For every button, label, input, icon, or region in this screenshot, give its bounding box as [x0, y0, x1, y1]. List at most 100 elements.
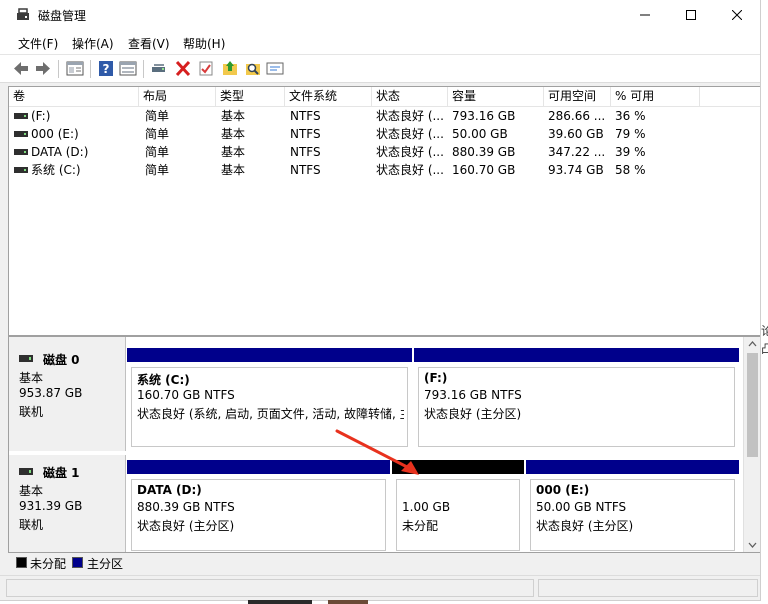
- volume-filesystem: NTFS: [290, 145, 321, 159]
- volume-name: (F:): [31, 109, 51, 123]
- partition-size: 50.00 GB NTFS: [536, 500, 627, 514]
- help-icon[interactable]: ?: [97, 60, 115, 77]
- table-row[interactable]: 系统 (C:) 简单 基本 NTFS 状态良好 (... 160.70 GB 9…: [9, 161, 760, 179]
- disk-icon: [19, 355, 33, 362]
- primary-partition-bar: [414, 348, 739, 362]
- console-icon[interactable]: [119, 60, 137, 77]
- legend-primary-label: 主分区: [87, 557, 124, 571]
- toolbar-separator: [143, 60, 144, 78]
- partition-size: 160.70 GB NTFS: [137, 388, 235, 402]
- settings-icon[interactable]: [266, 60, 284, 77]
- column-header-status[interactable]: 状态: [372, 87, 448, 106]
- volume-percent-free: 79 %: [615, 127, 646, 141]
- delete-icon[interactable]: [174, 60, 192, 77]
- app-disk-icon: [17, 8, 29, 20]
- column-header-filesystem[interactable]: 文件系统: [285, 87, 372, 106]
- legend-unallocated-label: 未分配: [30, 557, 67, 571]
- status-bar: [0, 575, 760, 600]
- column-header-layout[interactable]: 布局: [139, 87, 216, 106]
- volume-disk-icon: [14, 131, 28, 137]
- partition-status: 未分配: [402, 519, 439, 533]
- partition-status: 状态良好 (主分区): [536, 519, 634, 533]
- volume-free-space: 39.60 GB: [548, 127, 604, 141]
- maximize-button[interactable]: [668, 0, 714, 30]
- check-icon[interactable]: [197, 60, 215, 77]
- partition-title: DATA (D:): [137, 483, 202, 497]
- partition-title: 000 (E:): [536, 483, 590, 497]
- disk-state: 联机: [19, 518, 44, 532]
- title-bar: 磁盘管理: [0, 0, 760, 30]
- partition-status: 状态良好 (主分区): [137, 519, 235, 533]
- volume-percent-free: 58 %: [615, 163, 646, 177]
- window-title: 磁盘管理: [38, 9, 87, 23]
- close-icon: [732, 10, 742, 20]
- back-arrow-icon[interactable]: [12, 60, 30, 77]
- background-strip: [248, 600, 312, 604]
- partition-size: 1.00 GB: [402, 500, 451, 514]
- volume-capacity: 880.39 GB: [452, 145, 516, 159]
- partition-size: 793.16 GB NTFS: [424, 388, 522, 402]
- volume-filesystem: NTFS: [290, 127, 321, 141]
- menu-file[interactable]: 文件(F): [18, 35, 58, 52]
- volume-free-space: 347.22 ...: [548, 145, 606, 159]
- volume-percent-free: 39 %: [615, 145, 646, 159]
- disk-name: 磁盘 0: [43, 353, 80, 367]
- background-text: 凸: [761, 342, 768, 356]
- disk-size: 931.39 GB: [19, 499, 83, 513]
- volume-type: 基本: [221, 127, 246, 141]
- partition-status: 状态良好 (系统, 启动, 页面文件, 活动, 故障转储, 主: [137, 407, 404, 421]
- background-strip: [328, 600, 368, 604]
- volume-name: DATA (D:): [31, 145, 89, 159]
- column-header-type[interactable]: 类型: [216, 87, 285, 106]
- table-row[interactable]: DATA (D:) 简单 基本 NTFS 状态良好 (... 880.39 GB…: [9, 143, 760, 161]
- table-row[interactable]: (F:) 简单 基本 NTFS 状态良好 (... 793.16 GB 286.…: [9, 107, 760, 125]
- menu-help[interactable]: 帮助(H): [183, 35, 225, 52]
- partition-body: DATA (D:) 880.39 GB NTFS 状态良好 (主分区): [131, 479, 386, 551]
- column-header-capacity[interactable]: 容量: [448, 87, 544, 106]
- scroll-up-icon[interactable]: [748, 341, 757, 347]
- volume-percent-free: 36 %: [615, 109, 646, 123]
- scroll-thumb[interactable]: [747, 353, 758, 457]
- volume-status: 状态良好 (...: [376, 127, 444, 141]
- disk-kind: 基本: [19, 371, 44, 385]
- volume-filesystem: NTFS: [290, 109, 321, 123]
- volume-name: 000 (E:): [31, 127, 79, 141]
- properties-icon[interactable]: [66, 60, 84, 77]
- scroll-down-icon[interactable]: [748, 542, 757, 548]
- column-header-volume[interactable]: 卷: [9, 87, 139, 106]
- partition-f[interactable]: (F:) 793.16 GB NTFS 状态良好 (主分区): [414, 348, 739, 451]
- disk-0-label[interactable]: 磁盘 0 基本 953.87 GB 联机: [9, 337, 126, 451]
- volume-layout: 简单: [145, 109, 170, 123]
- column-header-free-space[interactable]: 可用空间: [544, 87, 611, 106]
- partition-e[interactable]: 000 (E:) 50.00 GB NTFS 状态良好 (主分区): [526, 460, 739, 552]
- volume-status: 状态良好 (...: [376, 109, 444, 123]
- volume-type: 基本: [221, 163, 246, 177]
- forward-arrow-icon[interactable]: [34, 60, 52, 77]
- table-row[interactable]: 000 (E:) 简单 基本 NTFS 状态良好 (... 50.00 GB 3…: [9, 125, 760, 143]
- vertical-scrollbar[interactable]: [743, 337, 760, 552]
- volume-capacity: 50.00 GB: [452, 127, 508, 141]
- volume-layout: 简单: [145, 163, 170, 177]
- minimize-icon: [640, 14, 650, 16]
- menu-action[interactable]: 操作(A): [72, 35, 114, 52]
- connect-icon[interactable]: [150, 60, 168, 77]
- disk-icon: [19, 468, 33, 475]
- volume-status: 状态良好 (...: [376, 163, 444, 177]
- up-folder-icon[interactable]: [221, 60, 239, 77]
- primary-partition-bar: [526, 460, 739, 474]
- partition-body: (F:) 793.16 GB NTFS 状态良好 (主分区): [418, 367, 735, 447]
- disk-name: 磁盘 1: [43, 466, 80, 480]
- minimize-button[interactable]: [622, 0, 668, 30]
- close-button[interactable]: [714, 0, 760, 30]
- disk-kind: 基本: [19, 484, 44, 498]
- menu-bar: 文件(F) 操作(A) 查看(V) 帮助(H): [0, 30, 760, 54]
- partition-size: 880.39 GB NTFS: [137, 500, 235, 514]
- column-header-percent-free[interactable]: % 可用: [611, 87, 700, 106]
- search-icon[interactable]: [244, 60, 262, 77]
- svg-text:?: ?: [103, 62, 110, 76]
- disk-1-label[interactable]: 磁盘 1 基本 931.39 GB 联机: [9, 455, 126, 552]
- volume-capacity: 793.16 GB: [452, 109, 516, 123]
- volume-type: 基本: [221, 109, 246, 123]
- menu-view[interactable]: 查看(V): [128, 35, 170, 52]
- volume-filesystem: NTFS: [290, 163, 321, 177]
